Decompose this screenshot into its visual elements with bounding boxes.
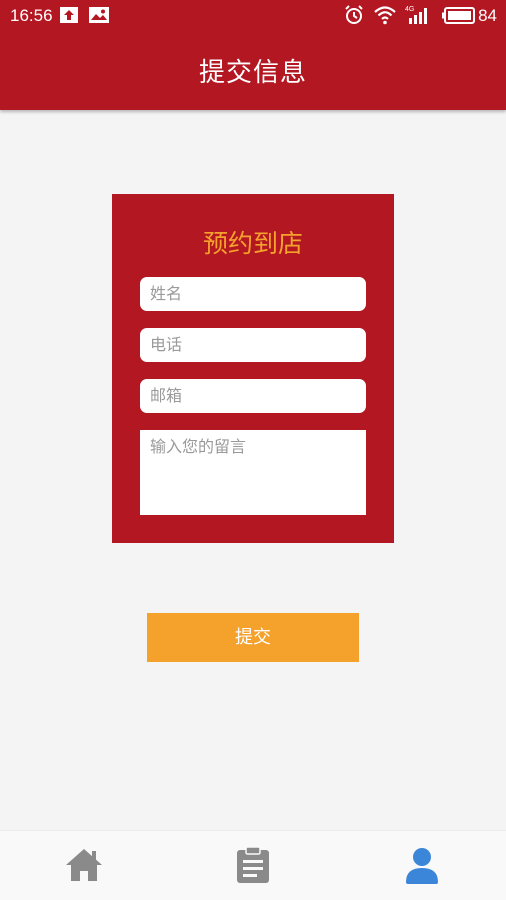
battery-icon bbox=[442, 7, 476, 25]
email-placeholder: 邮箱 bbox=[150, 386, 183, 405]
user-icon bbox=[402, 848, 442, 889]
email-field[interactable]: 邮箱 bbox=[140, 379, 366, 413]
status-time: 16:56 bbox=[10, 6, 53, 25]
page-title: 提交信息 bbox=[198, 58, 307, 88]
home-icon bbox=[64, 849, 104, 889]
wifi-icon bbox=[373, 5, 397, 25]
nav-home[interactable] bbox=[64, 845, 104, 885]
signal-icon: 4G bbox=[405, 4, 433, 26]
message-field[interactable]: 输入您的留言 bbox=[140, 430, 366, 515]
image-icon bbox=[89, 7, 109, 23]
svg-text:4G: 4G bbox=[405, 6, 414, 13]
battery-level: 84 bbox=[478, 6, 497, 25]
app-header: 16:56 4G 84 提交信息 bbox=[0, 0, 506, 110]
alarm-icon bbox=[344, 5, 364, 25]
message-placeholder: 输入您的留言 bbox=[150, 437, 247, 456]
submit-button[interactable]: 提交 bbox=[147, 613, 359, 662]
phone-placeholder: 电话 bbox=[150, 335, 183, 354]
upload-icon bbox=[60, 7, 78, 23]
bottom-nav bbox=[0, 830, 506, 900]
nav-orders[interactable] bbox=[233, 845, 273, 885]
nav-profile[interactable] bbox=[402, 845, 442, 885]
form-title: 预约到店 bbox=[202, 229, 303, 258]
name-placeholder: 姓名 bbox=[150, 284, 183, 303]
appointment-form: 预约到店 姓名 电话 邮箱 输入您的留言 bbox=[112, 194, 394, 543]
phone-field[interactable]: 电话 bbox=[140, 328, 366, 362]
clipboard-icon bbox=[233, 846, 273, 889]
name-field[interactable]: 姓名 bbox=[140, 277, 366, 311]
status-bar: 16:56 4G 84 bbox=[0, 0, 506, 32]
